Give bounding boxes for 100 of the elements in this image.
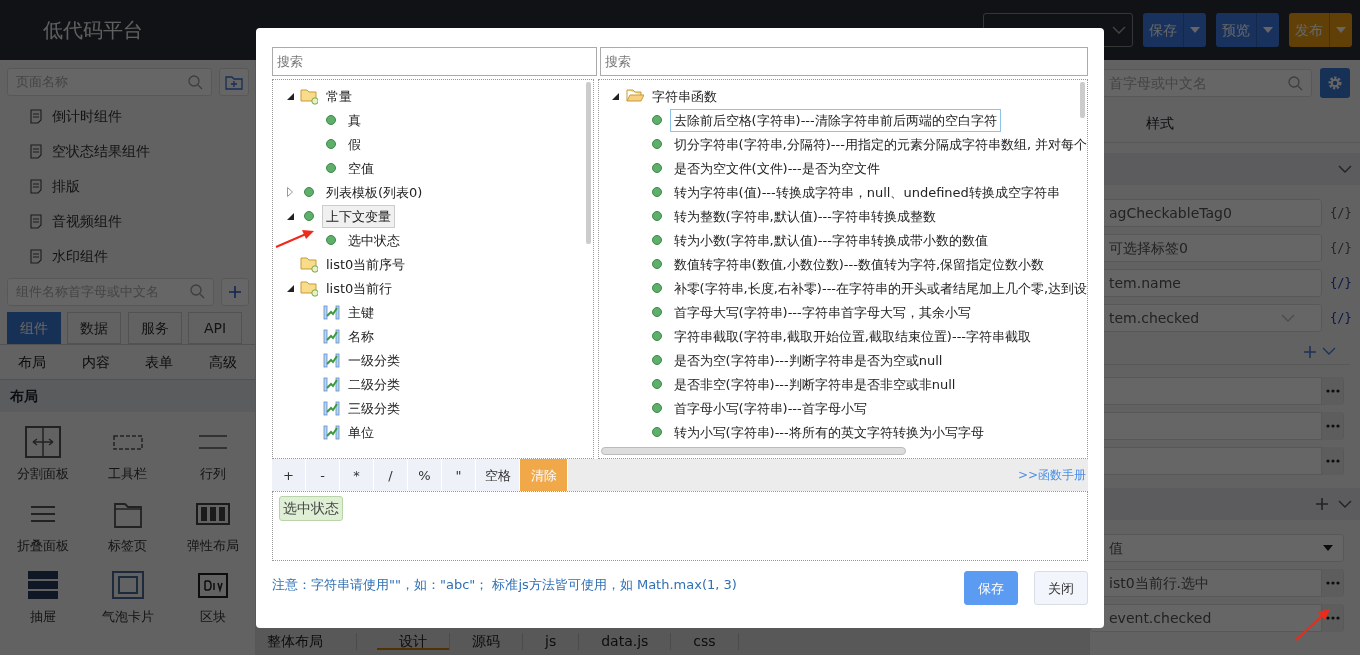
operator-button[interactable]: + bbox=[272, 459, 306, 492]
component-label: 工具栏 bbox=[108, 465, 147, 483]
operator-button[interactable]: - bbox=[306, 459, 340, 492]
tree-item[interactable]: 转为小写(字符串)---将所有的英文字符转换为小写字母 bbox=[669, 420, 988, 444]
component-label: 标签页 bbox=[108, 536, 147, 555]
settings-icon bbox=[1327, 75, 1343, 91]
tree-item[interactable]: list0当前行 bbox=[322, 276, 397, 300]
add-folder-button[interactable] bbox=[218, 68, 249, 96]
folder-icon bbox=[300, 87, 318, 106]
tree-item[interactable]: 转为整数(字符串,默认值)---字符串转换成整数 bbox=[669, 204, 940, 228]
tree-item[interactable]: 一级分类 bbox=[344, 348, 404, 372]
tree-item[interactable]: 列表模板(列表0) bbox=[322, 180, 427, 204]
more-button[interactable] bbox=[1321, 604, 1343, 632]
tree-item[interactable]: 真 bbox=[344, 108, 365, 132]
tree-item[interactable]: 是否非空(字符串)---判断字符串是否非空或非null bbox=[669, 372, 960, 396]
more-icon bbox=[1325, 581, 1340, 585]
tree-item[interactable]: 首字母大写(字符串)---字符串首字母大写，其余小写 bbox=[669, 300, 975, 324]
document-icon bbox=[30, 249, 42, 265]
search-icon bbox=[1288, 75, 1303, 91]
tree-item[interactable]: 切分字符串(字符串,分隔符)---用指定的元素分隔成字符串数组, 并对每个 bbox=[669, 132, 1087, 156]
folder-plus-icon bbox=[224, 74, 243, 90]
tree-item[interactable]: 字符串函数 bbox=[647, 84, 721, 108]
tree-item[interactable]: 是否为空文件(文件)---是否为空文件 bbox=[669, 156, 884, 180]
operator-button[interactable]: 空格 bbox=[476, 459, 520, 492]
logo: 低代码平台 bbox=[43, 17, 144, 44]
caret-down-icon bbox=[1323, 545, 1333, 551]
tree-item[interactable]: 主键 bbox=[344, 300, 378, 324]
document-icon bbox=[30, 214, 42, 230]
operator-button[interactable]: / bbox=[374, 459, 408, 492]
folder-icon bbox=[300, 255, 318, 274]
more-icon bbox=[1325, 389, 1340, 393]
chevron-down-icon bbox=[1338, 164, 1352, 174]
tree-item[interactable]: 空值 bbox=[344, 156, 378, 180]
split-icon bbox=[24, 426, 61, 458]
expression-token[interactable]: 选中状态 bbox=[279, 496, 343, 522]
tree-item[interactable]: 补零(字符串,长度,右补零)---在字符串的开头或者结尾加上几个零,达到设 bbox=[669, 276, 1087, 300]
operator-button[interactable]: * bbox=[340, 459, 374, 492]
plus-icon bbox=[228, 285, 241, 298]
component-label: 分割面板 bbox=[16, 465, 69, 483]
document-icon bbox=[30, 144, 42, 160]
component-label: 弹性布局 bbox=[186, 536, 239, 555]
folder-icon bbox=[300, 279, 318, 298]
scrollbar[interactable] bbox=[586, 82, 592, 245]
tree-item[interactable]: 是否为空(字符串)---判断字符串是否为空或null bbox=[669, 348, 947, 372]
search-field[interactable]: 搜索 bbox=[272, 47, 597, 76]
tree-item[interactable]: 字符串截取(字符串,截取开始位置,截取结束位置)---字符串截取 bbox=[669, 324, 1035, 348]
tree-item[interactable]: list0当前序号 bbox=[322, 252, 410, 276]
component-label: 折叠面板 bbox=[16, 536, 69, 555]
field-icon bbox=[322, 375, 340, 394]
more-button[interactable] bbox=[1321, 412, 1343, 440]
field-icon bbox=[322, 423, 340, 442]
tree-item[interactable]: 数值转字符串(数值,小数位数)---数值转为字符,保留指定位数小数 bbox=[669, 252, 1048, 276]
chevron-down-icon bbox=[1338, 499, 1352, 509]
more-button[interactable] bbox=[1321, 377, 1343, 405]
chevron-down-icon bbox=[1112, 25, 1126, 35]
field-icon bbox=[322, 303, 340, 322]
component-label: 抽屉 bbox=[29, 608, 56, 626]
component-label: 区块 bbox=[199, 608, 226, 626]
tree-item[interactable]: 三级分类 bbox=[344, 396, 404, 420]
chevron-down-icon bbox=[1322, 347, 1336, 356]
section-header: 布局 bbox=[0, 380, 255, 412]
field-icon bbox=[322, 399, 340, 418]
operator-button[interactable]: % bbox=[408, 459, 442, 492]
tree-item[interactable]: 上下文变量 bbox=[322, 204, 395, 228]
more-icon bbox=[1325, 459, 1340, 463]
caret-down-icon bbox=[1190, 27, 1200, 33]
more-icon bbox=[1325, 424, 1340, 428]
tree-item[interactable]: 单位 bbox=[344, 420, 378, 444]
tree-item[interactable]: 选中状态 bbox=[344, 228, 404, 252]
scrollbar[interactable] bbox=[1080, 82, 1085, 119]
caret-down-icon bbox=[1263, 27, 1273, 33]
document-icon bbox=[30, 179, 42, 195]
close-button[interactable]: 关闭 bbox=[1034, 571, 1088, 606]
tree-item[interactable]: 常量 bbox=[322, 84, 356, 108]
note-text: 注意：字符串请使用""，如："abc"； 标准js方法皆可使用，如 Math.max(1, 3) bbox=[272, 576, 738, 595]
more-button[interactable] bbox=[1321, 569, 1343, 597]
tree-item[interactable]: 首字母小写(字符串)---首字母小写 bbox=[669, 396, 871, 420]
add-button[interactable] bbox=[220, 277, 249, 306]
chevron-down-icon bbox=[1281, 313, 1295, 323]
tree-item[interactable]: 转为小数(字符串,默认值)---字符串转换成带小数的数值 bbox=[669, 228, 992, 252]
document-icon bbox=[30, 109, 42, 125]
plus-icon bbox=[1303, 345, 1316, 358]
tree-item[interactable]: 名称 bbox=[344, 324, 378, 348]
search-field[interactable]: 搜索 bbox=[600, 47, 1088, 76]
operator-button[interactable]: " bbox=[442, 459, 476, 492]
tree-item[interactable]: 转为字符串(值)---转换成字符串，null、undefined转换成空字符串 bbox=[669, 180, 1064, 204]
tree-item[interactable]: 假 bbox=[344, 132, 365, 156]
field-icon bbox=[322, 351, 340, 370]
more-button[interactable] bbox=[1321, 447, 1343, 475]
search-icon bbox=[190, 284, 205, 299]
popover-icon bbox=[109, 569, 146, 601]
expression-editor[interactable]: 选中状态 bbox=[272, 491, 1088, 562]
tree-item[interactable]: 二级分类 bbox=[344, 372, 404, 396]
component-label: 气泡卡片 bbox=[101, 608, 154, 626]
scrollbar[interactable] bbox=[600, 447, 906, 456]
tree-item[interactable]: 去除前后空格(字符串)---清除字符串前后两端的空白字符 bbox=[669, 108, 1001, 132]
component-label: 行列 bbox=[199, 465, 226, 483]
layout-label: 整体布局 bbox=[255, 633, 357, 650]
settings-button[interactable] bbox=[1320, 68, 1350, 98]
plus-icon bbox=[1316, 498, 1328, 510]
